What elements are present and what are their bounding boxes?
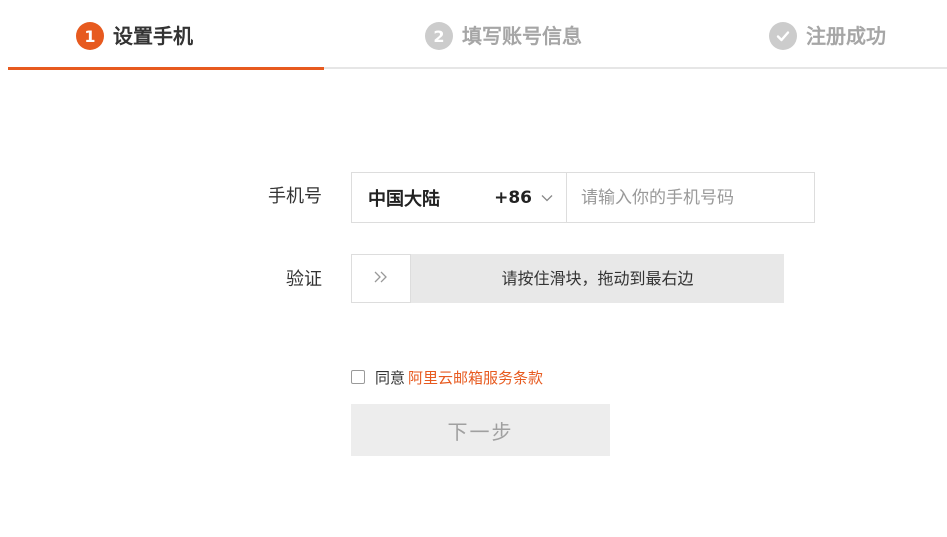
double-chevron-right-icon [372, 269, 390, 288]
step-success: 注册成功 [769, 21, 886, 51]
phone-field-group: 中国大陆 +86 [351, 172, 815, 223]
step-account-info: 2 填写账号信息 [425, 21, 582, 51]
region-name: 中国大陆 [368, 188, 440, 210]
step-label: 设置手机 [113, 24, 193, 48]
slider-handle[interactable] [351, 254, 411, 303]
step-label: 填写账号信息 [462, 24, 582, 48]
agree-text: 同意 [375, 368, 406, 387]
step-set-phone: 1 设置手机 [76, 21, 193, 51]
slider-captcha: 请按住滑块，拖动到最右边 [351, 254, 784, 303]
region-select[interactable]: 中国大陆 +86 [352, 173, 567, 222]
verify-label: 验证 [286, 269, 322, 290]
step-number-badge: 2 [425, 22, 453, 50]
steps-progress-indicator [8, 67, 324, 70]
step-number-badge: 1 [76, 22, 104, 50]
next-step-button[interactable]: 下一步 [351, 404, 610, 456]
registration-steps: 1 设置手机 2 填写账号信息 注册成功 [0, 0, 947, 70]
terms-link[interactable]: 阿里云邮箱服务条款 [408, 367, 543, 388]
agreement-row: 同意 阿里云邮箱服务条款 [351, 366, 543, 388]
phone-input[interactable] [567, 173, 814, 222]
phone-label: 手机号 [268, 186, 322, 207]
check-circle-icon [769, 22, 797, 50]
region-code: +86 [494, 187, 532, 208]
slider-instruction: 请按住滑块，拖动到最右边 [501, 269, 694, 288]
chevron-down-icon [540, 191, 554, 205]
step-label: 注册成功 [806, 24, 886, 48]
agree-checkbox[interactable] [351, 370, 365, 384]
